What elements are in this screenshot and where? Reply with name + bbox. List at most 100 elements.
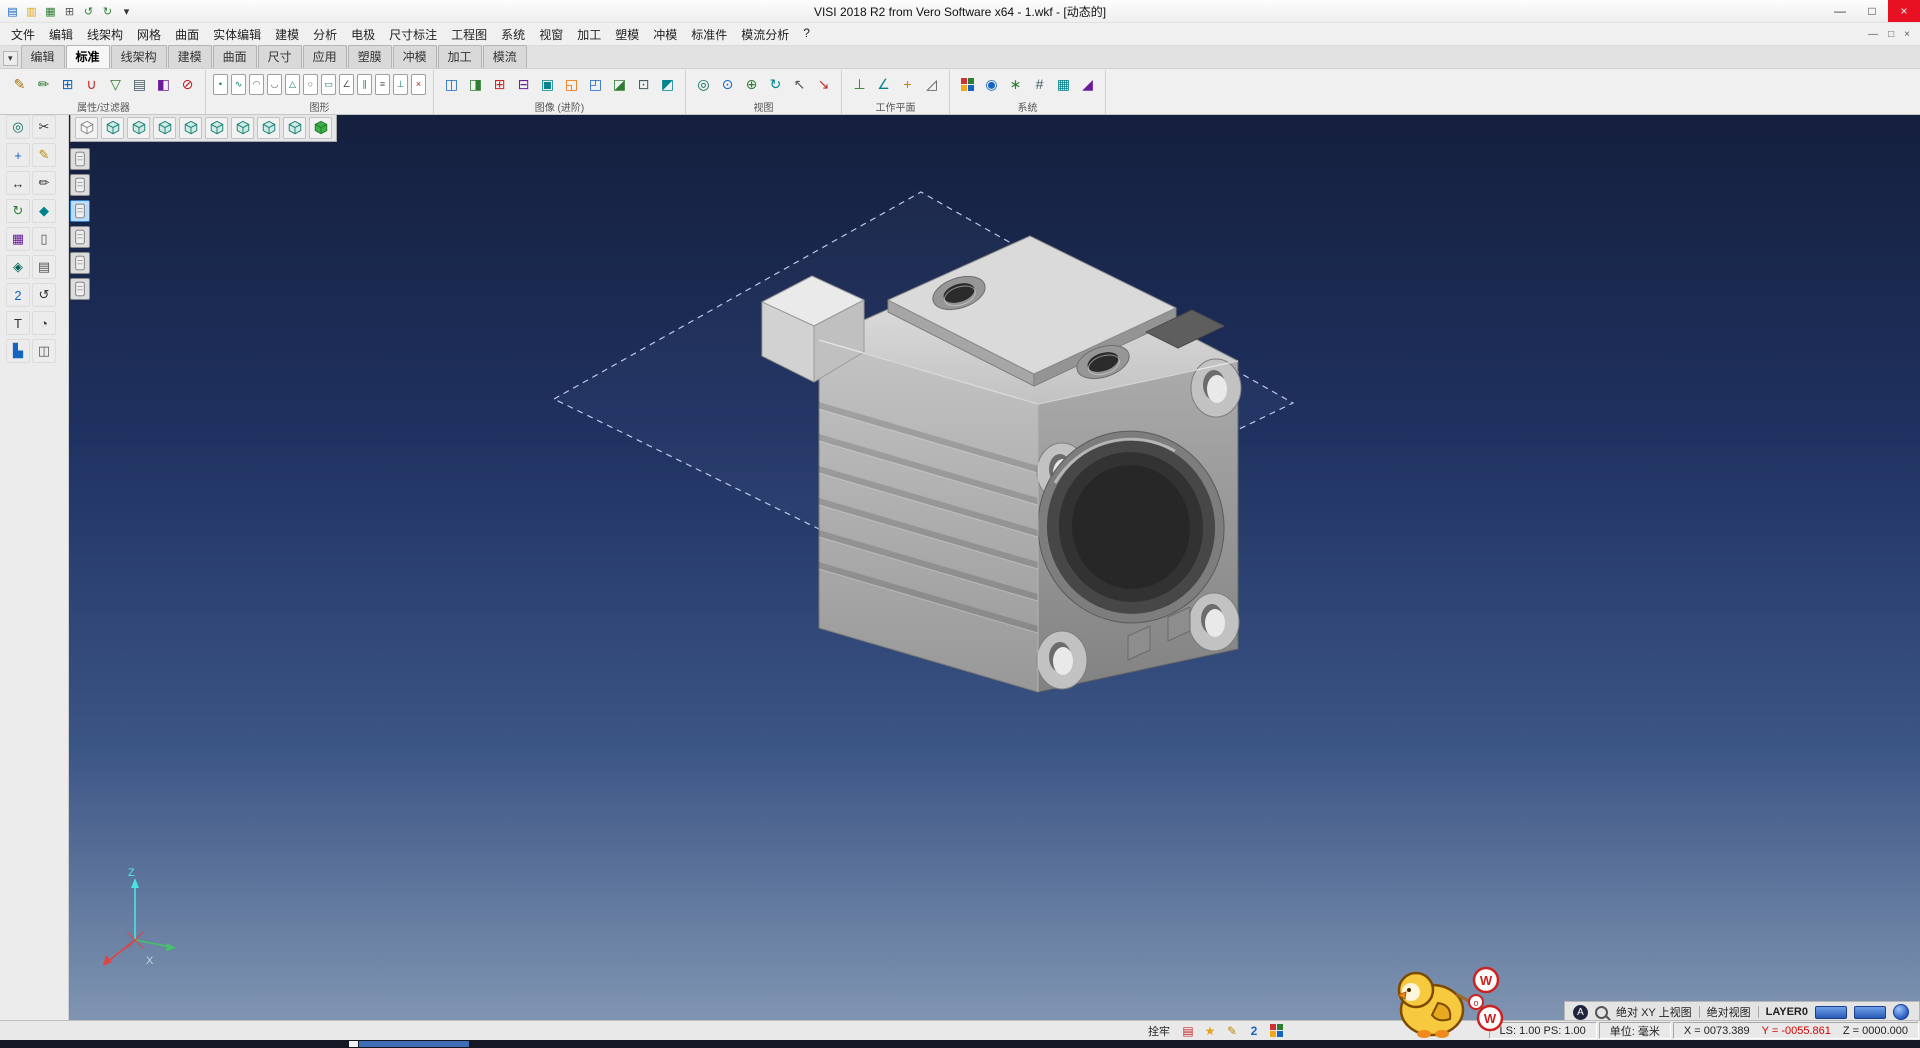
stack-item-5[interactable] [70, 252, 90, 274]
workbench-tab[interactable]: 应用 [303, 45, 347, 68]
workplane-view-label[interactable]: 绝对 XY 上视图 [1616, 1004, 1692, 1020]
view-next-icon[interactable]: ↘ [813, 74, 834, 95]
desktop-mascot[interactable]: W o W [1386, 958, 1510, 1040]
rail-move-icon[interactable]: ↔ [6, 171, 30, 195]
sys-slope-icon[interactable]: ◢ [1077, 74, 1098, 95]
workbench-tab[interactable]: 标准 [66, 45, 110, 68]
zoom-in-icon[interactable]: ⊕ [741, 74, 762, 95]
layer-stack-icon[interactable] [75, 117, 98, 139]
view-hidden-line-icon[interactable] [205, 117, 228, 139]
status-doc-icon[interactable]: ▤ [1180, 1023, 1196, 1038]
workbench-tab[interactable]: 塑膜 [348, 45, 392, 68]
geo-circle-icon[interactable]: ○ [303, 74, 318, 95]
color-swatch-2[interactable] [1854, 1006, 1886, 1019]
workbench-tab[interactable]: 编辑 [21, 45, 65, 68]
rail-chart-icon[interactable]: ▙ [6, 339, 30, 363]
rail-undo-icon[interactable]: ↺ [32, 283, 56, 307]
menu-item[interactable]: 尺寸标注 [382, 23, 444, 46]
stack-item-4[interactable] [70, 226, 90, 248]
mdi-minimize-button[interactable]: — [1868, 29, 1878, 40]
search-icon[interactable] [1595, 1006, 1608, 1019]
geo-perp-icon[interactable]: ⊥ [393, 74, 408, 95]
filter-magnet-icon[interactable]: ∪ [81, 74, 102, 95]
rail-mark-icon[interactable]: ◆ [32, 199, 56, 223]
menu-item[interactable]: 系统 [494, 23, 532, 46]
lock-toggle[interactable]: 拴牢 [1148, 1023, 1170, 1039]
adv-solid-icon[interactable]: ▣ [537, 74, 558, 95]
model-3d[interactable] [762, 236, 1241, 692]
menu-item[interactable]: 视窗 [532, 23, 570, 46]
filter-off-icon[interactable]: ⊘ [177, 74, 198, 95]
adv-revolve-icon[interactable]: ◨ [465, 74, 486, 95]
status-key-icon[interactable]: ★ [1202, 1023, 1218, 1038]
geo-parallel-icon[interactable]: ∥ [357, 74, 372, 95]
stack-item-6[interactable] [70, 278, 90, 300]
rail-target-icon[interactable]: + [6, 143, 30, 167]
geo-point-icon[interactable]: • [213, 74, 228, 95]
geo-hatch-icon[interactable]: ≡ [375, 74, 390, 95]
status-cube-icon[interactable] [1268, 1023, 1284, 1038]
layer-label[interactable]: LAYER0 [1766, 1006, 1808, 1018]
menu-item[interactable]: 电极 [344, 23, 382, 46]
globe-icon[interactable] [1893, 1004, 1909, 1020]
geo-angle-icon[interactable]: ∠ [339, 74, 354, 95]
geo-fillet-icon[interactable]: ◡ [267, 74, 282, 95]
qat-save-icon[interactable]: ▦ [42, 3, 59, 20]
workbench-tab[interactable]: 建模 [168, 45, 212, 68]
mdi-close-button[interactable]: × [1904, 29, 1910, 40]
menu-item[interactable]: 线架构 [80, 23, 130, 46]
rail-rotate-icon[interactable]: ↻ [6, 199, 30, 223]
sys-table-icon[interactable]: ▦ [1053, 74, 1074, 95]
qat-new-icon[interactable]: ▤ [4, 3, 21, 20]
rail-pencil-icon[interactable]: ✎ [32, 143, 56, 167]
rail-print-icon[interactable]: ▦ [6, 227, 30, 251]
qat-caret-icon[interactable]: ▾ [118, 3, 135, 20]
stack-item-3[interactable] [70, 200, 90, 222]
maximize-button[interactable]: □ [1856, 0, 1888, 22]
adv-subtract-icon[interactable]: ⊟ [513, 74, 534, 95]
view-prev-icon[interactable]: ↖ [789, 74, 810, 95]
menu-item[interactable]: 实体编辑 [206, 23, 268, 46]
view-axonometric-icon[interactable] [101, 117, 124, 139]
geo-curve-icon[interactable]: ∿ [231, 74, 246, 95]
view-shaded-icon[interactable] [309, 117, 332, 139]
qat-print-icon[interactable]: ⊞ [61, 3, 78, 20]
rail-text-icon[interactable]: T [6, 311, 30, 335]
qat-open-icon[interactable]: ▥ [23, 3, 40, 20]
rail-scissors-icon[interactable]: ✂ [32, 115, 56, 139]
zoom-window-icon[interactable]: ◎ [693, 74, 714, 95]
rail-save-icon[interactable]: ◫ [32, 339, 56, 363]
view-left-icon[interactable] [283, 117, 306, 139]
menu-item[interactable]: ? [796, 23, 817, 46]
status-two-icon[interactable]: 2 [1246, 1023, 1262, 1038]
color-swatch-1[interactable] [1815, 1006, 1847, 1019]
adv-blend-icon[interactable]: ◩ [657, 74, 678, 95]
menu-item[interactable]: 塑模 [608, 23, 646, 46]
menu-item[interactable]: 网格 [130, 23, 168, 46]
workbench-tab[interactable]: 加工 [438, 45, 482, 68]
menu-item[interactable]: 标准件 [684, 23, 734, 46]
absolute-view-label[interactable]: 绝对视图 [1707, 1004, 1751, 1020]
view-back-icon[interactable] [257, 117, 280, 139]
wp-3points-icon[interactable]: ◿ [921, 74, 942, 95]
workbench-tab[interactable]: 线架构 [111, 45, 167, 68]
adv-trim-icon[interactable]: ◱ [561, 74, 582, 95]
rail-history-icon[interactable]: ◔ [32, 311, 56, 335]
workbench-tab[interactable]: 模流 [483, 45, 527, 68]
close-button[interactable]: × [1888, 0, 1920, 22]
menu-item[interactable]: 模流分析 [734, 23, 796, 46]
workbench-tab[interactable]: 尺寸 [258, 45, 302, 68]
geo-delete-icon[interactable]: × [411, 74, 426, 95]
menu-item[interactable]: 建模 [268, 23, 306, 46]
view-half-shade-icon[interactable] [231, 117, 254, 139]
attr-copy-icon[interactable]: ⊞ [57, 74, 78, 95]
qat-undo-icon[interactable]: ↺ [80, 3, 97, 20]
minimize-button[interactable]: — [1824, 0, 1856, 22]
menu-item[interactable]: 文件 [4, 23, 42, 46]
zoom-fit-icon[interactable]: ⊙ [717, 74, 738, 95]
sys-globe-icon[interactable]: ◉ [981, 74, 1002, 95]
view-right-icon[interactable] [179, 117, 202, 139]
stack-item-1[interactable] [70, 148, 90, 170]
attr-match-icon[interactable]: ✏ [33, 74, 54, 95]
rail-note-icon[interactable]: ▤ [32, 255, 56, 279]
